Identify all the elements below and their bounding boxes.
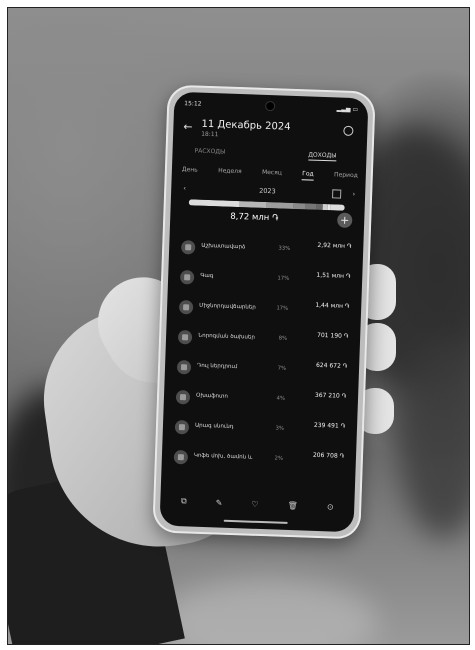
category-name: Օխաֆոտո <box>195 392 228 400</box>
share-segment <box>293 202 306 210</box>
signal-icon: ▂▃▅ ▭ <box>336 105 359 114</box>
total-amount: 8,72 млн ֏ <box>230 211 279 224</box>
share-segment <box>240 201 267 209</box>
tab-income[interactable]: ДОХОДЫ <box>308 151 337 162</box>
category-amount: 1,51 млн ֏ <box>316 271 351 280</box>
category-list: Աշխատավարձ 33% 2,92 млн ֏ Գագ 17% 1,51 м… <box>169 232 357 478</box>
category-icon <box>179 270 195 285</box>
period-tab[interactable]: Неделя <box>218 167 242 178</box>
list-item[interactable]: Կոֆե մոխ, ծամոն և 2% 206 708 ֏ <box>169 442 350 478</box>
period-tabs: День Неделя Месяц Год Период <box>182 166 358 182</box>
tab-expenses[interactable]: РАСХОДЫ <box>194 147 225 155</box>
category-amount: 701 190 ֏ <box>316 331 349 340</box>
type-tabs: РАСХОДЫ ДОХОДЫ <box>184 147 354 163</box>
year-label: 2023 <box>259 186 276 196</box>
category-name: Նորոգման ծախսեր <box>198 332 255 341</box>
share-segment <box>305 203 317 210</box>
settings-icon[interactable] <box>343 125 354 137</box>
category-percent: 4% <box>276 395 286 402</box>
category-amount: 239 491 ֏ <box>313 421 346 430</box>
category-name: Արագ սնունդ <box>194 422 234 430</box>
bottom-toolbar: ⧉ ✎ ♡ 🗑 ⊙ <box>166 494 348 514</box>
category-share-bar <box>188 199 345 211</box>
background-blur <box>158 578 378 644</box>
category-amount: 206 708 ֏ <box>312 451 345 460</box>
category-name: Գագ <box>200 272 214 280</box>
category-icon <box>175 389 191 405</box>
period-tab[interactable]: Месяц <box>262 169 282 180</box>
category-percent: 8% <box>278 335 288 342</box>
category-name: Դուլ ներդրում <box>196 362 238 371</box>
header-time: 18:11 <box>201 130 219 139</box>
category-icon <box>176 360 192 375</box>
phone-screen: 15:12 ▂▃▅ ▭ ← 11 Декабрь 2024 18:11 РАСХ… <box>159 91 369 533</box>
chevron-right-icon[interactable]: › <box>352 190 355 198</box>
share-segment <box>266 202 294 209</box>
photo-frame: 15:12 ▂▃▅ ▭ ← 11 Декабрь 2024 18:11 РАСХ… <box>7 7 470 645</box>
category-amount: 2,92 млн ֏ <box>317 241 352 251</box>
category-icon <box>177 330 193 345</box>
category-percent: 17% <box>277 275 290 282</box>
status-time: 15:12 <box>184 100 202 108</box>
smartphone: 15:12 ▂▃▅ ▭ ← 11 Декабрь 2024 18:11 РАСХ… <box>152 84 376 540</box>
category-name: Կոֆե մոխ, ծամոն և <box>193 452 253 461</box>
category-percent: 2% <box>274 455 283 462</box>
period-tab[interactable]: Период <box>334 171 358 182</box>
category-name: Աշխատավարձ <box>201 242 246 251</box>
share-segment <box>188 199 241 208</box>
more-icon[interactable]: ⊙ <box>327 502 334 511</box>
pen-icon[interactable]: ✎ <box>216 498 223 507</box>
category-percent: 3% <box>275 425 285 432</box>
chevron-left-icon[interactable]: ‹ <box>183 184 186 192</box>
edit-icon[interactable]: ⧉ <box>181 496 187 506</box>
category-percent: 17% <box>276 305 289 312</box>
category-amount: 624 672 ֏ <box>315 361 348 370</box>
category-icon <box>180 240 196 255</box>
home-indicator <box>223 519 288 524</box>
category-icon <box>173 449 189 465</box>
category-percent: 33% <box>278 245 291 252</box>
category-amount: 1,44 млн ֏ <box>315 301 350 310</box>
category-percent: 7% <box>277 365 287 372</box>
heart-icon[interactable]: ♡ <box>251 499 258 508</box>
share-segment <box>330 204 345 211</box>
back-arrow-icon[interactable]: ← <box>183 120 193 133</box>
add-button[interactable]: + <box>336 212 353 229</box>
trash-icon[interactable]: 🗑 <box>288 500 298 509</box>
category-icon <box>174 419 190 435</box>
category-icon <box>178 300 194 315</box>
header: ← 11 Декабрь 2024 18:11 <box>183 118 358 150</box>
category-amount: 367 210 ֏ <box>314 391 347 400</box>
period-tab-active[interactable]: Год <box>302 170 314 181</box>
category-name: Միջնորդավճարներ <box>199 302 256 311</box>
period-tab[interactable]: День <box>182 166 198 177</box>
calendar-icon[interactable] <box>332 189 342 199</box>
